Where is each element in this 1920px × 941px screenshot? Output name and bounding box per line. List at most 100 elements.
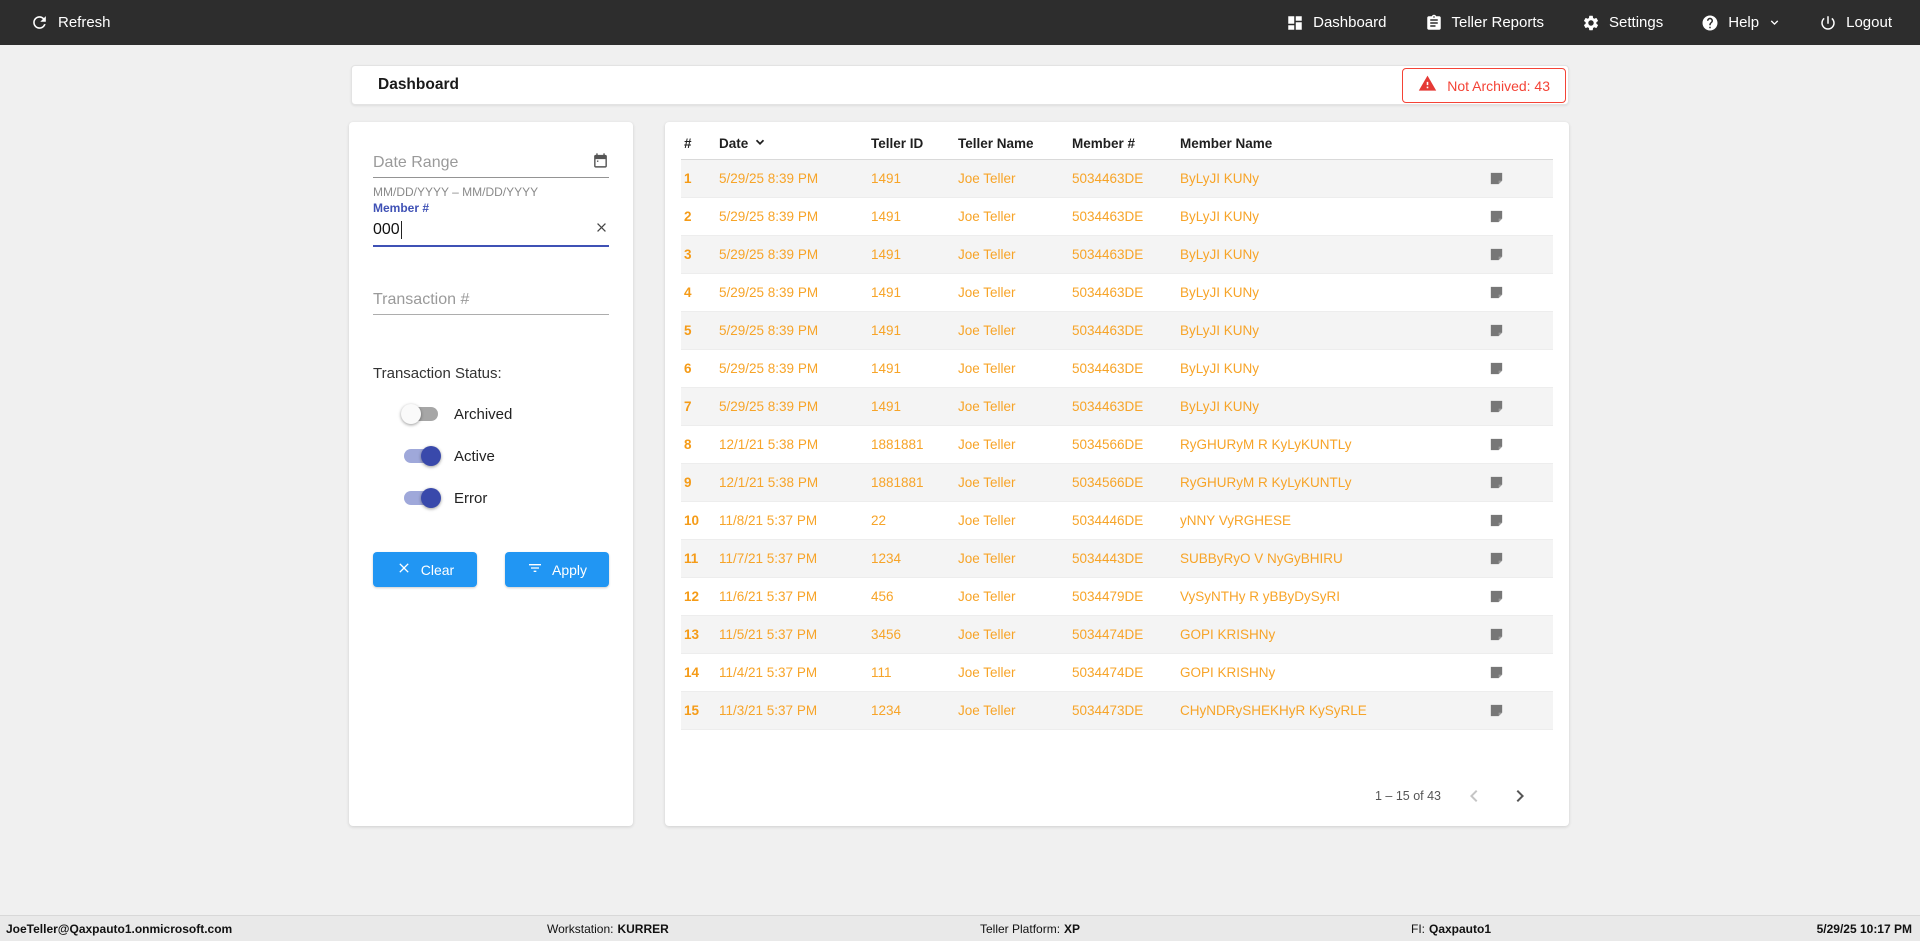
table-row[interactable]: 6 5/29/25 8:39 PM 1491 Joe Teller 503446… bbox=[681, 350, 1553, 388]
note-icon[interactable] bbox=[1488, 550, 1553, 567]
next-page-icon[interactable] bbox=[1507, 783, 1533, 809]
note-icon[interactable] bbox=[1488, 284, 1553, 301]
calendar-icon[interactable] bbox=[592, 152, 609, 174]
cell-member-name: ByLyJI KUNy bbox=[1180, 361, 1260, 376]
cell-member-number: 5034566DE bbox=[1072, 475, 1144, 490]
table-row[interactable]: 8 12/1/21 5:38 PM 1881881 Joe Teller 503… bbox=[681, 426, 1553, 464]
note-icon[interactable] bbox=[1488, 702, 1553, 719]
table-row[interactable]: 4 5/29/25 8:39 PM 1491 Joe Teller 503446… bbox=[681, 274, 1553, 312]
cell-member-name: ByLyJI KUNy bbox=[1180, 171, 1260, 186]
note-icon[interactable] bbox=[1488, 664, 1553, 681]
cell-teller-id: 1491 bbox=[871, 285, 902, 300]
table-row[interactable]: 12 11/6/21 5:37 PM 456 Joe Teller 503447… bbox=[681, 578, 1553, 616]
cell-member-name: RyGHURyM R KyLyKUNTLy bbox=[1180, 475, 1352, 490]
nav-settings[interactable]: Settings bbox=[1582, 14, 1663, 32]
col-header-date[interactable]: Date bbox=[719, 135, 871, 152]
cell-teller-id: 3456 bbox=[871, 627, 902, 642]
power-icon bbox=[1819, 14, 1837, 32]
cell-teller-id: 1234 bbox=[871, 551, 902, 566]
apply-button[interactable]: Apply bbox=[505, 552, 609, 587]
table-row[interactable]: 5 5/29/25 8:39 PM 1491 Joe Teller 503446… bbox=[681, 312, 1553, 350]
cell-date: 5/29/25 8:39 PM bbox=[719, 209, 819, 224]
cell-row-number: 3 bbox=[684, 247, 692, 262]
note-icon[interactable] bbox=[1488, 588, 1553, 605]
col-header-member-number[interactable]: Member # bbox=[1072, 136, 1180, 151]
cell-row-number: 4 bbox=[684, 285, 692, 300]
table-row[interactable]: 15 11/3/21 5:37 PM 1234 Joe Teller 50344… bbox=[681, 692, 1553, 730]
note-icon[interactable] bbox=[1488, 170, 1553, 187]
note-icon[interactable] bbox=[1488, 436, 1553, 453]
help-icon bbox=[1701, 14, 1719, 32]
note-icon[interactable] bbox=[1488, 626, 1553, 643]
cell-member-name: ByLyJI KUNy bbox=[1180, 285, 1260, 300]
table-row[interactable]: 3 5/29/25 8:39 PM 1491 Joe Teller 503446… bbox=[681, 236, 1553, 274]
cell-member-name: GOPI KRISHNy bbox=[1180, 627, 1276, 642]
cell-row-number: 9 bbox=[684, 475, 692, 490]
toggle-active[interactable]: Active bbox=[403, 446, 609, 466]
col-header-teller-id[interactable]: Teller ID bbox=[871, 136, 958, 151]
cell-date: 5/29/25 8:39 PM bbox=[719, 171, 819, 186]
note-icon[interactable] bbox=[1488, 208, 1553, 225]
nav-dashboard-label: Dashboard bbox=[1313, 14, 1387, 31]
cell-teller-name: Joe Teller bbox=[958, 437, 1016, 452]
pagination-range: 1 – 15 of 43 bbox=[1374, 789, 1441, 803]
note-icon[interactable] bbox=[1488, 474, 1553, 491]
nav-logout[interactable]: Logout bbox=[1819, 14, 1892, 32]
cell-teller-id: 22 bbox=[871, 513, 887, 528]
toggle-error[interactable]: Error bbox=[403, 488, 609, 508]
table-row[interactable]: 10 11/8/21 5:37 PM 22 Joe Teller 5034446… bbox=[681, 502, 1553, 540]
clear-button[interactable]: Clear bbox=[373, 552, 477, 587]
prev-page-icon[interactable] bbox=[1461, 783, 1487, 809]
nav-teller-reports[interactable]: Teller Reports bbox=[1425, 14, 1544, 32]
nav-settings-label: Settings bbox=[1609, 14, 1664, 31]
cell-member-number: 5034446DE bbox=[1072, 513, 1144, 528]
cell-teller-id: 1491 bbox=[871, 247, 902, 262]
table-row[interactable]: 2 5/29/25 8:39 PM 1491 Joe Teller 503446… bbox=[681, 198, 1553, 236]
settings-icon bbox=[1582, 14, 1600, 32]
clear-button-label: Clear bbox=[420, 561, 455, 578]
table-row[interactable]: 11 11/7/21 5:37 PM 1234 Joe Teller 50344… bbox=[681, 540, 1553, 578]
toggle-archived-switch[interactable] bbox=[401, 404, 439, 424]
cell-teller-name: Joe Teller bbox=[958, 513, 1016, 528]
table-row[interactable]: 13 11/5/21 5:37 PM 3456 Joe Teller 50344… bbox=[681, 616, 1553, 654]
toggle-archived[interactable]: Archived bbox=[401, 404, 609, 424]
status-datetime: 5/29/25 10:17 PM bbox=[1816, 921, 1912, 936]
note-icon[interactable] bbox=[1488, 512, 1553, 529]
cell-member-number: 5034463DE bbox=[1072, 399, 1144, 414]
date-range-input[interactable]: Date Range bbox=[373, 148, 609, 178]
note-icon[interactable] bbox=[1488, 246, 1553, 263]
cell-row-number: 6 bbox=[684, 361, 692, 376]
note-icon[interactable] bbox=[1488, 398, 1553, 415]
nav-help-label: Help bbox=[1728, 14, 1760, 31]
table-row[interactable]: 9 12/1/21 5:38 PM 1881881 Joe Teller 503… bbox=[681, 464, 1553, 502]
table-row[interactable]: 7 5/29/25 8:39 PM 1491 Joe Teller 503446… bbox=[681, 388, 1553, 426]
cell-member-name: yNNY VyRGHESE bbox=[1180, 513, 1292, 528]
cell-date: 11/6/21 5:37 PM bbox=[719, 589, 818, 604]
toggle-active-switch[interactable] bbox=[403, 446, 441, 466]
col-header-number[interactable]: # bbox=[684, 136, 719, 151]
cell-member-name: GOPI KRISHNy bbox=[1180, 665, 1276, 680]
cell-date: 11/3/21 5:37 PM bbox=[719, 703, 818, 718]
cell-row-number: 15 bbox=[684, 703, 700, 718]
clear-field-icon[interactable] bbox=[594, 220, 609, 240]
col-header-teller-name[interactable]: Teller Name bbox=[958, 136, 1072, 151]
cell-teller-name: Joe Teller bbox=[958, 323, 1016, 338]
refresh-button[interactable]: Refresh bbox=[30, 13, 111, 32]
status-user: JoeTeller@Qaxpauto1.onmicrosoft.com bbox=[6, 921, 233, 936]
transaction-number-input[interactable]: Transaction # bbox=[373, 285, 609, 315]
not-archived-badge[interactable]: Not Archived: 43 bbox=[1402, 68, 1566, 103]
note-icon[interactable] bbox=[1488, 360, 1553, 377]
toggle-error-switch[interactable] bbox=[403, 488, 441, 508]
nav-help[interactable]: Help bbox=[1701, 14, 1781, 32]
cell-teller-name: Joe Teller bbox=[958, 361, 1016, 376]
member-number-input[interactable]: 000 bbox=[373, 215, 609, 247]
note-icon[interactable] bbox=[1488, 322, 1553, 339]
col-header-member-name[interactable]: Member Name bbox=[1180, 136, 1488, 151]
table-row[interactable]: 1 5/29/25 8:39 PM 1491 Joe Teller 503446… bbox=[681, 160, 1553, 198]
nav-dashboard[interactable]: Dashboard bbox=[1286, 14, 1387, 32]
cell-teller-name: Joe Teller bbox=[958, 209, 1016, 224]
dashboard-icon bbox=[1286, 14, 1304, 32]
cell-member-name: RyGHURyM R KyLyKUNTLy bbox=[1180, 437, 1352, 452]
date-range-placeholder: Date Range bbox=[373, 153, 459, 171]
table-row[interactable]: 14 11/4/21 5:37 PM 111 Joe Teller 503447… bbox=[681, 654, 1553, 692]
